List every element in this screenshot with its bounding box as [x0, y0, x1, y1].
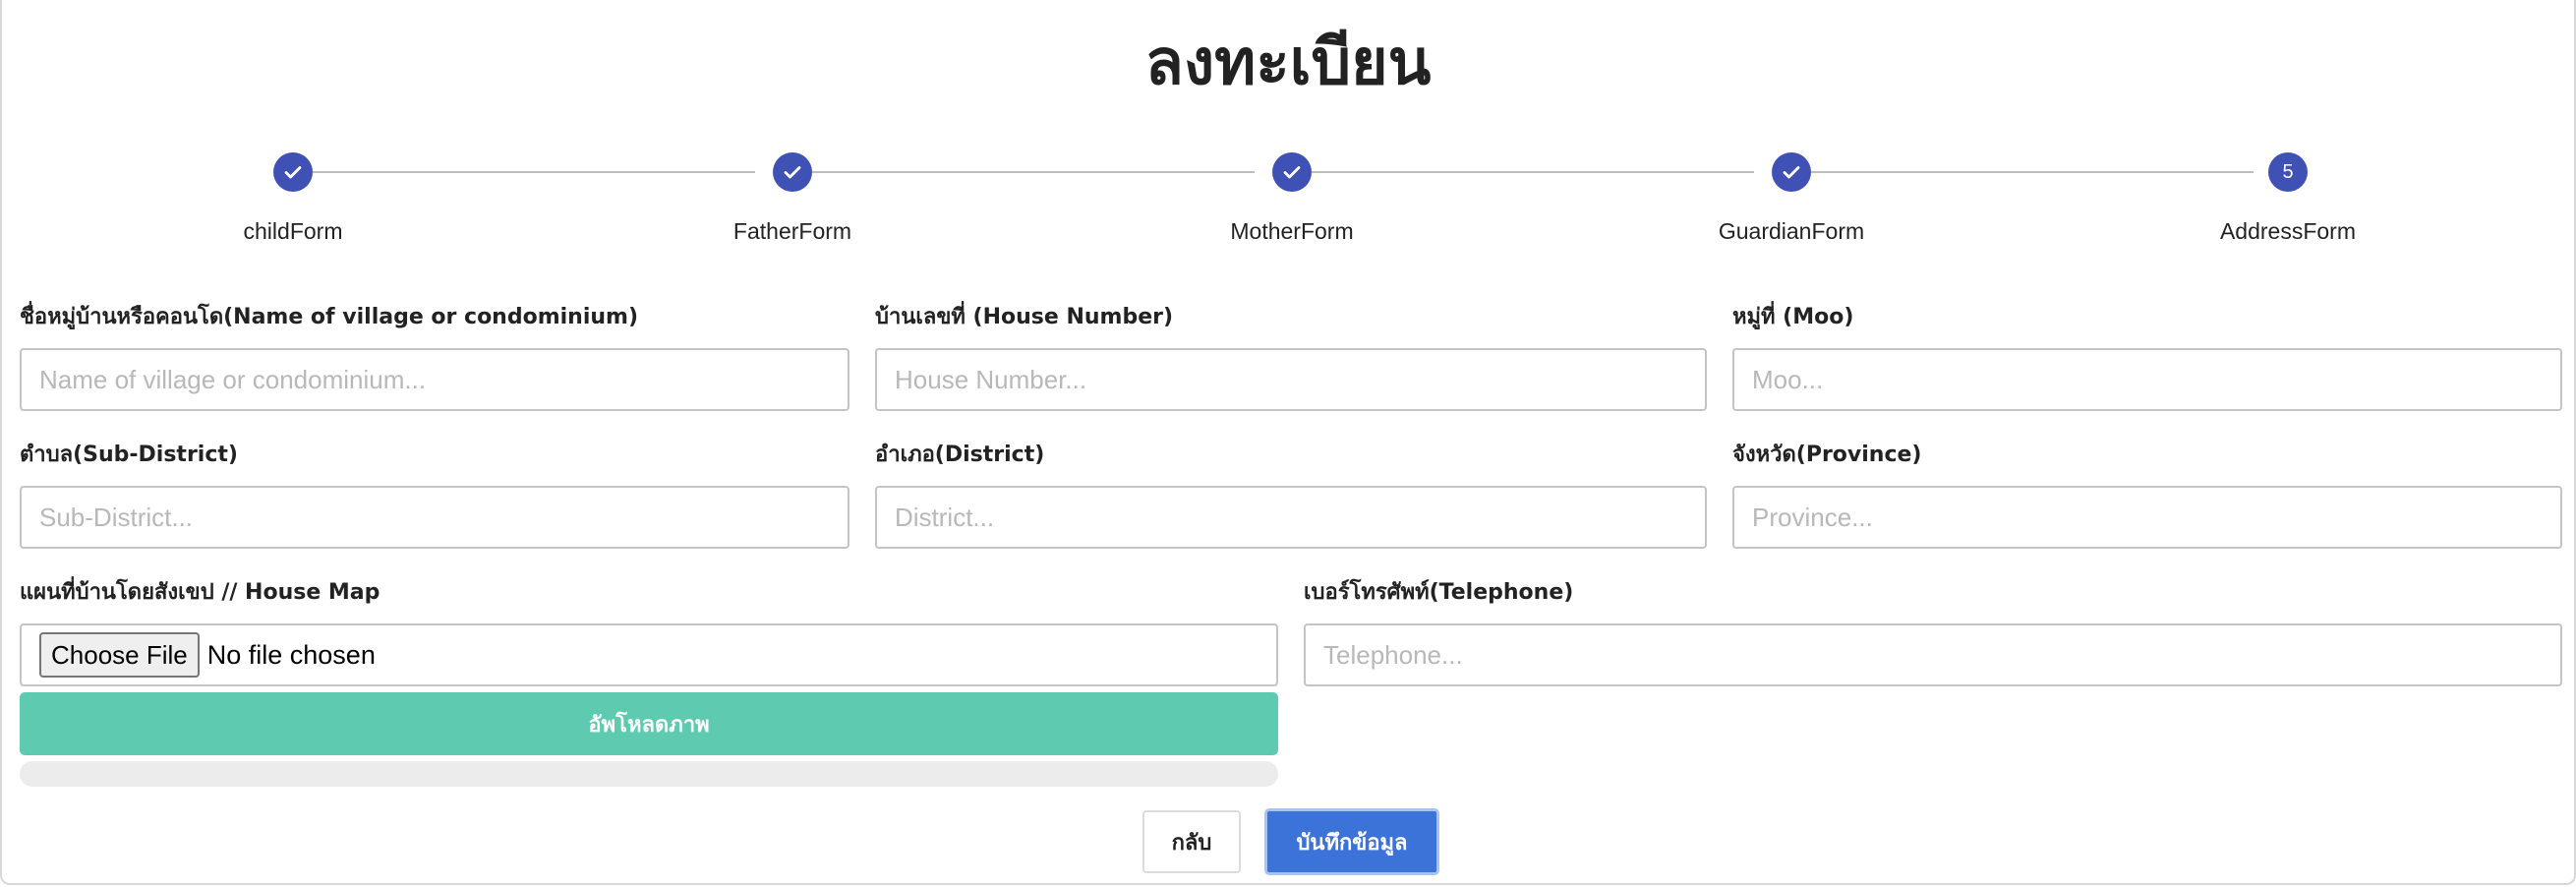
house-number-input[interactable] [875, 348, 1707, 411]
step-child-check-icon[interactable] [273, 152, 313, 192]
village-input[interactable] [20, 348, 849, 411]
province-label: จังหวัด(Province) [1732, 443, 1922, 467]
step-father-check-icon[interactable] [773, 152, 812, 192]
upload-progress-bar [20, 761, 1278, 787]
choose-file-button[interactable]: Choose File [39, 632, 200, 678]
province-input[interactable] [1732, 486, 2562, 549]
district-label: อำเภอ(District) [875, 443, 1045, 467]
step-label-child: childForm [243, 218, 343, 244]
save-button[interactable]: บันทึกข้อมูล [1264, 808, 1439, 875]
step-label-mother: MotherForm [1230, 218, 1354, 244]
back-button[interactable]: กลับ [1142, 810, 1241, 873]
house-number-label: บ้านเลขที่ (House Number) [875, 305, 1174, 329]
page-frame: ลงทะเบียน childForm FatherForm MotherFor… [0, 0, 2576, 885]
stepper: childForm FatherForm MotherForm Guardian… [2, 0, 2576, 256]
stepper-connector [1811, 171, 2254, 173]
step-label-father: FatherForm [732, 218, 852, 244]
moo-input[interactable] [1732, 348, 2562, 411]
step-label-guardian: GuardianForm [1718, 218, 1865, 244]
district-input[interactable] [875, 486, 1707, 549]
moo-label: หมู่ที่ (Moo) [1732, 305, 1854, 329]
step-mother-check-icon[interactable] [1272, 152, 1312, 192]
step-address-number[interactable]: 5 [2268, 152, 2308, 192]
file-status-text: No file chosen [206, 639, 376, 670]
sub-district-input[interactable] [20, 486, 849, 549]
sub-district-label: ตำบล(Sub-District) [20, 443, 238, 467]
step-label-address: AddressForm [2219, 218, 2357, 244]
house-map-label: แผนที่บ้านโดยสังเขป // House Map [20, 580, 381, 605]
telephone-label: เบอร์โทรศัพท์(Telephone) [1304, 580, 1574, 605]
village-label: ชื่อหมู่บ้านหรือคอนโด(Name of village or… [20, 305, 639, 329]
house-map-file-input[interactable]: Choose File No file chosen [20, 623, 1278, 686]
telephone-input[interactable] [1304, 623, 2562, 686]
step-guardian-check-icon[interactable] [1772, 152, 1811, 192]
stepper-connector [812, 171, 1255, 173]
upload-image-button[interactable]: อัพโหลดภาพ [20, 692, 1278, 755]
stepper-connector [1312, 171, 1754, 173]
stepper-connector [313, 171, 755, 173]
